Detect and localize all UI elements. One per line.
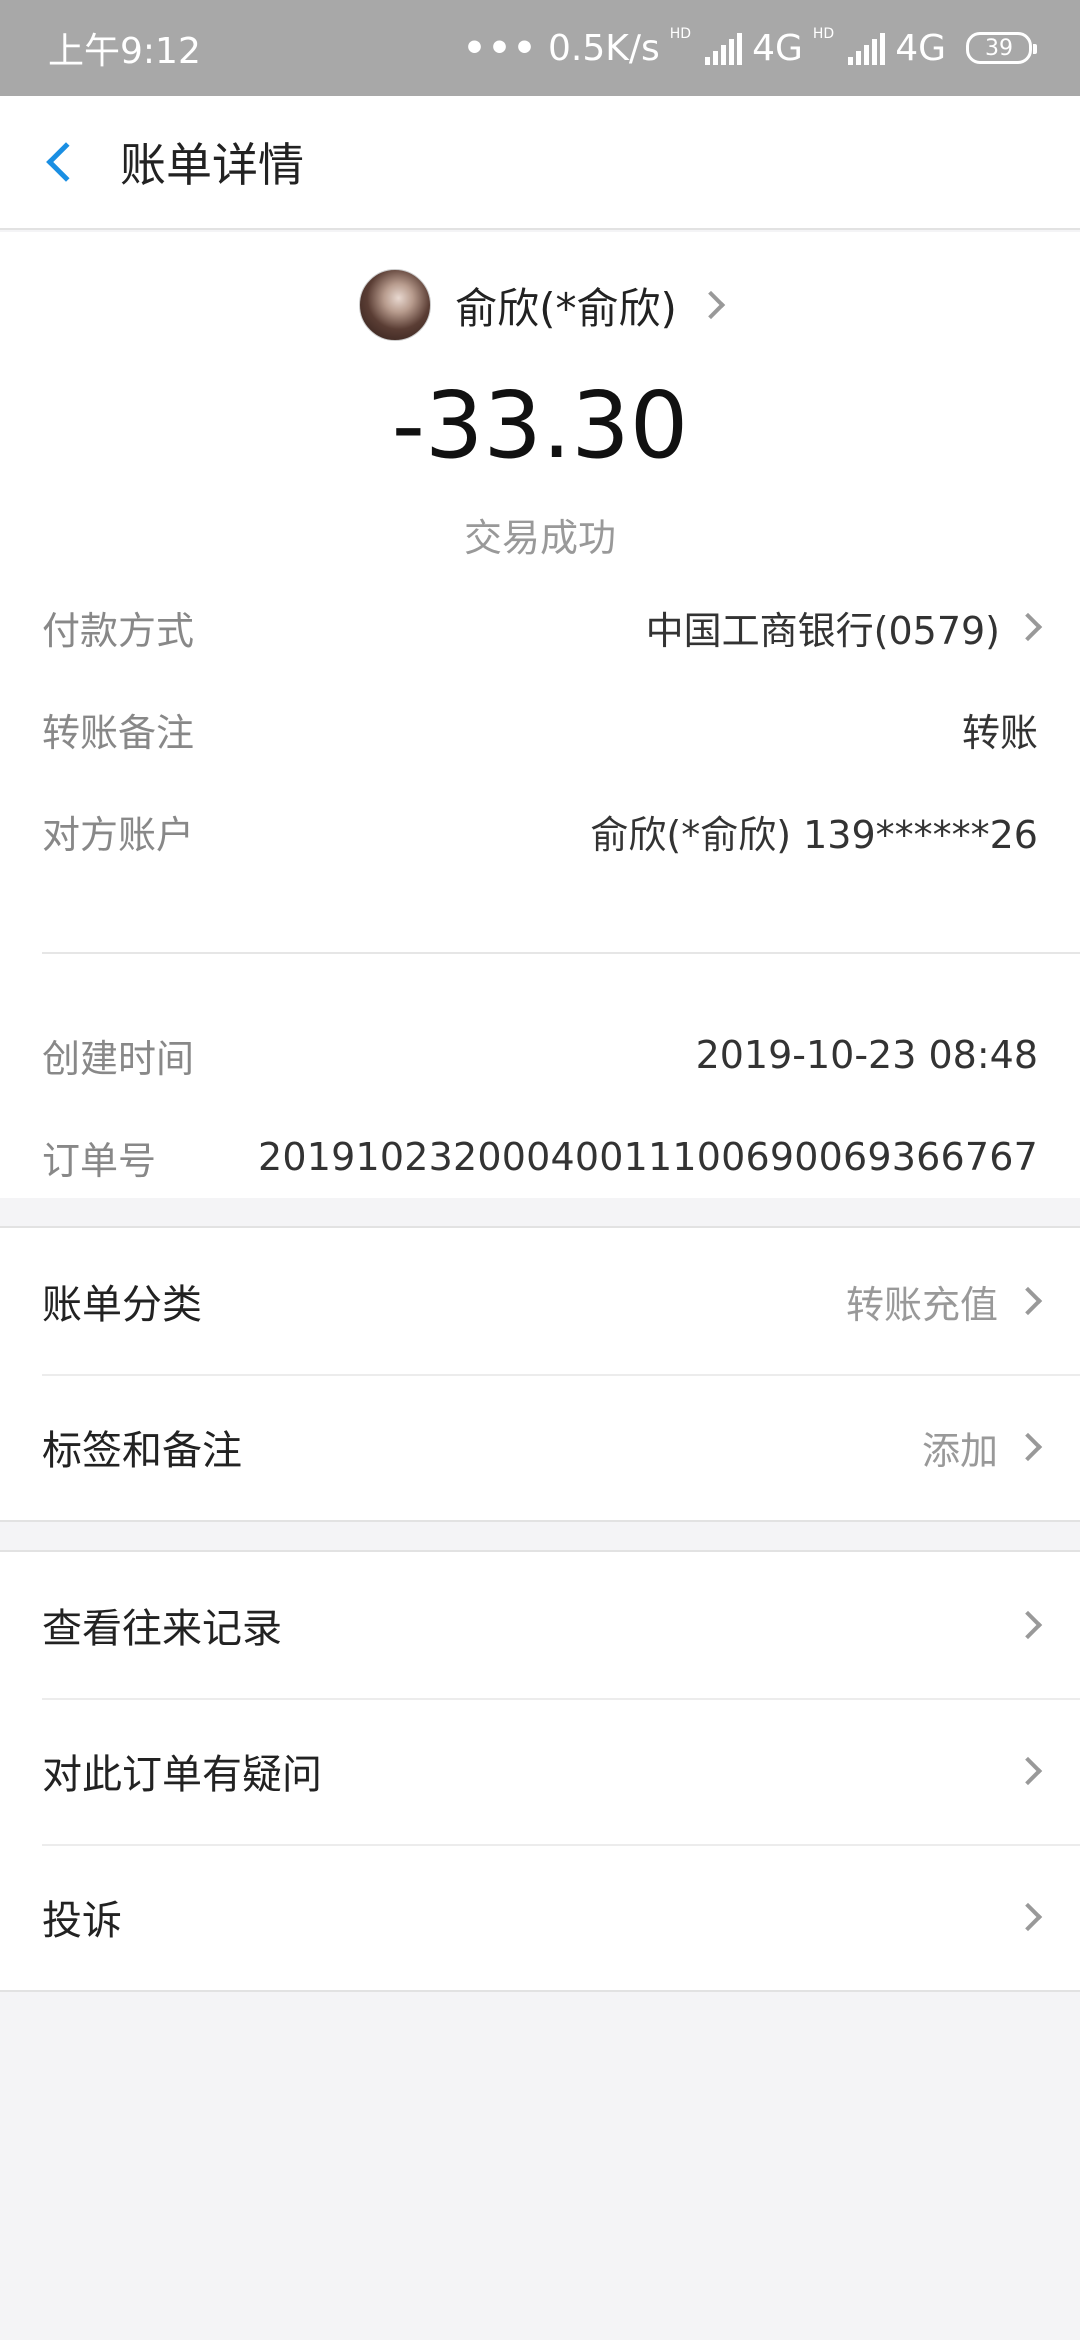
detail-value: 20191023200040011100690069366767 [257,1135,1038,1179]
detail-value: 转账 [961,710,1038,755]
item-label: 查看往来记录 [42,1606,282,1652]
divider [42,952,1080,954]
chevron-right-icon [1013,1432,1043,1462]
order-number-row: 订单号 20191023200040011100690069366767 [42,1122,1038,1192]
view-history-item[interactable]: 查看往来记录 [0,1552,1080,1698]
net-speed: 0.5K/s [548,27,660,69]
status-indicators: ••• 0.5K/s HD 4G HD 4G 39 [462,26,1037,69]
counterparty-row: 对方账户 俞欣(*俞欣) 139******26 [42,796,1038,866]
chevron-right-icon [1013,1286,1043,1316]
battery-level: 39 [985,35,1013,61]
hd-badge-2: HD [812,26,835,42]
created-time-row: 创建时间 2019-10-23 08:48 [42,1020,1038,1090]
signal-icon [705,31,743,65]
complaint-item[interactable]: 投诉 [0,1844,1080,1990]
nav-header: 账单详情 [0,96,1080,230]
item-label: 投诉 [42,1898,122,1944]
tags-notes-item[interactable]: 标签和备注 添加 [0,1374,1080,1520]
item-label: 对此订单有疑问 [42,1752,322,1798]
detail-value: 2019-10-23 08:48 [695,1033,1038,1077]
bill-detail-card: 俞欣(*俞欣) -33.30 交易成功 付款方式 中国工商银行(0579) 转账… [0,232,1080,1198]
bill-settings-list: 账单分类 转账充值 标签和备注 添加 [0,1226,1080,1522]
detail-label: 订单号 [42,1138,157,1183]
detail-label: 创建时间 [42,1036,195,1081]
network-type-2: 4G [895,27,946,69]
detail-value: 中国工商银行(0579) [645,608,1000,653]
transfer-note-row: 转账备注 转账 [42,694,1038,764]
chevron-right-icon [1013,1610,1043,1640]
detail-label: 转账备注 [42,710,195,755]
more-dots-icon: ••• [462,27,538,69]
payee-link[interactable]: 俞欣(*俞欣) [0,267,1080,343]
hd-badge-1: HD [669,26,692,42]
back-button[interactable] [0,95,120,229]
item-label: 标签和备注 [42,1428,242,1474]
item-value: 转账充值 [845,1282,998,1327]
detail-label: 付款方式 [42,608,195,653]
page-title: 账单详情 [120,138,304,192]
order-question-item[interactable]: 对此订单有疑问 [0,1698,1080,1844]
actions-list: 查看往来记录 对此订单有疑问 投诉 [0,1550,1080,1992]
network-type-1: 4G [752,27,803,69]
amount: -33.30 [391,372,689,479]
chevron-right-icon [1013,612,1043,642]
detail-value: 俞欣(*俞欣) 139******26 [590,812,1038,857]
back-arrow-icon [46,142,86,182]
payee-name: 俞欣(*俞欣) [455,283,677,333]
chevron-right-icon [1013,1756,1043,1786]
bill-category-item[interactable]: 账单分类 转账充值 [0,1228,1080,1374]
transaction-status: 交易成功 [463,516,616,560]
detail-label: 对方账户 [42,812,195,857]
item-label: 账单分类 [42,1282,202,1328]
status-bar: 上午9:12 ••• 0.5K/s HD 4G HD 4G 39 [0,0,1080,96]
battery-icon: 39 [966,32,1037,64]
avatar [359,269,432,341]
signal-icon-2 [848,31,886,65]
item-value: 添加 [921,1428,998,1473]
chevron-right-icon [696,290,726,320]
payment-method-row[interactable]: 付款方式 中国工商银行(0579) [42,592,1043,662]
chevron-right-icon [1013,1902,1043,1932]
status-time: 上午9:12 [48,31,201,72]
